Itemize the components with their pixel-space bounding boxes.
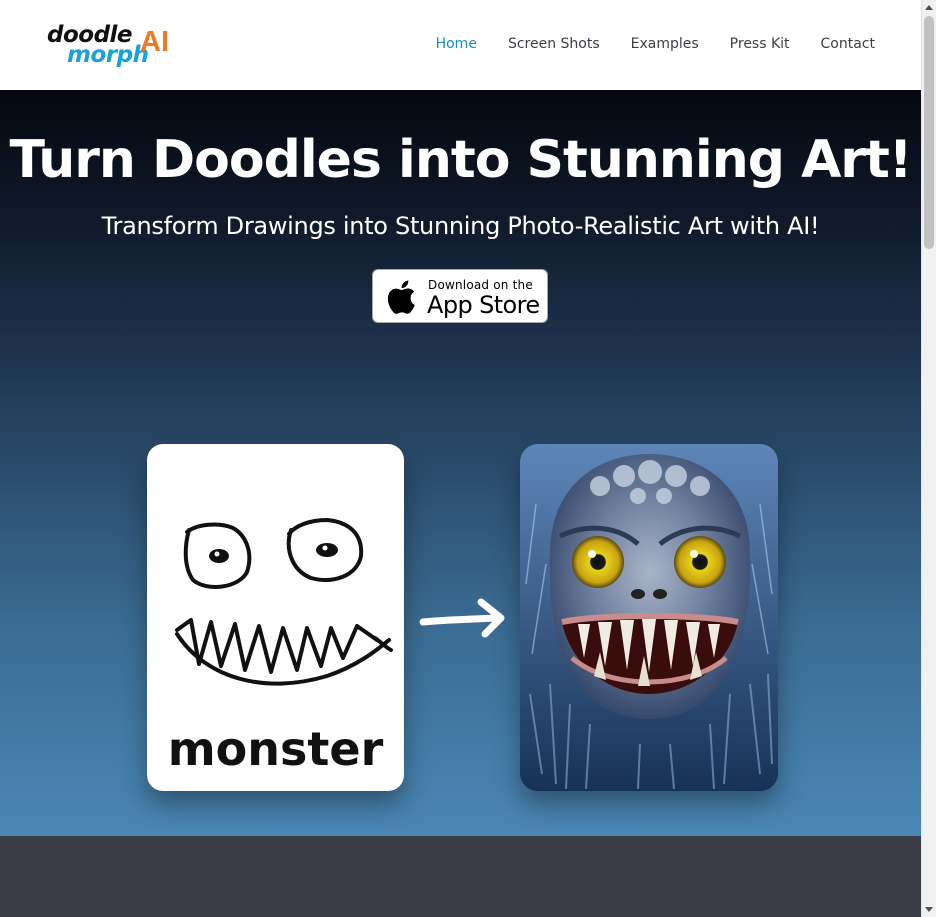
nav-screen-shots[interactable]: Screen Shots xyxy=(508,35,600,53)
app-store-button[interactable]: Download on the App Store xyxy=(372,269,548,323)
main-nav: Home Screen Shots Examples Press Kit Con… xyxy=(405,35,875,53)
scroll-up-arrow-icon[interactable] xyxy=(925,5,933,10)
app-store-line2: App Store xyxy=(427,291,540,319)
footer-band xyxy=(0,836,921,917)
doodle-sketch-image: monster xyxy=(147,444,404,791)
site-header: doodle morph AI Home Screen Shots Exampl… xyxy=(0,0,921,90)
nav-examples[interactable]: Examples xyxy=(631,35,699,53)
scroll-down-arrow-icon[interactable] xyxy=(925,907,933,912)
hero-section: Turn Doodles into Stunning Art! Transfor… xyxy=(0,90,921,836)
app-store-line1: Download on the xyxy=(428,278,533,292)
logo-word-ai: AI xyxy=(140,26,169,58)
logo-word-morph: morph xyxy=(67,42,149,68)
apple-logo-icon xyxy=(387,280,415,314)
doodle-caption: monster xyxy=(167,722,384,776)
nav-contact[interactable]: Contact xyxy=(821,35,875,53)
doodlemorph-logo[interactable]: doodle morph AI xyxy=(47,24,177,68)
right-arrow-icon xyxy=(419,598,505,638)
monster-illustration xyxy=(520,444,778,791)
monster-art-image xyxy=(520,444,778,791)
hero-subtitle: Transform Drawings into Stunning Photo-R… xyxy=(101,212,820,240)
nav-press-kit[interactable]: Press Kit xyxy=(730,35,790,53)
page-scrollbar[interactable] xyxy=(921,0,936,917)
scroll-thumb[interactable] xyxy=(924,16,934,249)
hero-title: Turn Doodles into Stunning Art! xyxy=(9,130,912,190)
nav-home[interactable]: Home xyxy=(436,35,477,53)
